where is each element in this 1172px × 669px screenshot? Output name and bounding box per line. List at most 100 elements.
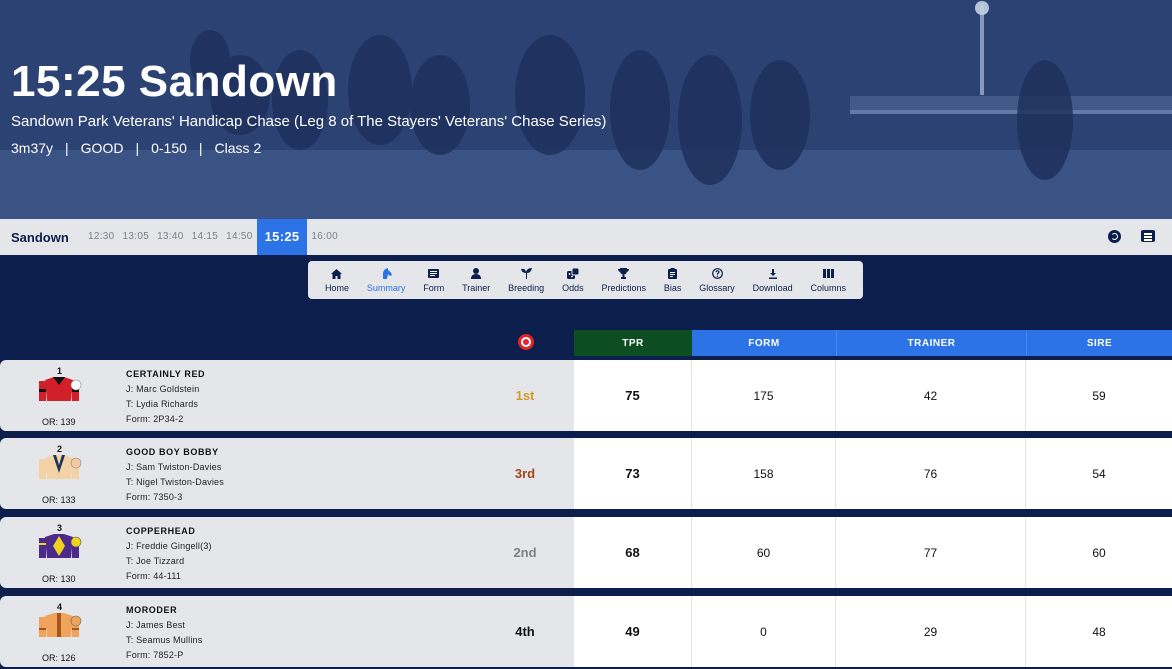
nav-predictions[interactable]: Predictions bbox=[601, 261, 646, 299]
jockey-name: J: James Best bbox=[126, 620, 186, 630]
race-times: 12:30 13:05 13:40 14:15 14:50 15:25 16:0… bbox=[84, 219, 342, 255]
home-icon bbox=[331, 268, 343, 280]
columns-icon bbox=[822, 268, 834, 280]
horse-name[interactable]: MORODER bbox=[126, 605, 177, 615]
nav-columns[interactable]: Columns bbox=[811, 261, 846, 299]
tpr-value: 73 bbox=[574, 438, 692, 509]
race-meta: 3m37y | GOOD | 0-150 | Class 2 bbox=[11, 140, 262, 156]
race-hero-banner: 15:25 Sandown Sandown Park Veterans' Han… bbox=[0, 0, 1172, 219]
horse-name[interactable]: COPPERHEAD bbox=[126, 526, 196, 536]
finish-position: 3rd bbox=[514, 466, 536, 481]
race-rating-band: 0-150 bbox=[151, 140, 187, 156]
jockey-silks-icon bbox=[39, 377, 82, 401]
tpr-value: 49 bbox=[574, 596, 692, 667]
nav-odds[interactable]: Odds bbox=[562, 261, 584, 299]
runner-row[interactable]: 3 OR: 130 COPPERHEAD J: Freddie Gingell(… bbox=[0, 517, 1172, 588]
trainer-name: T: Seamus Mullins bbox=[126, 635, 203, 645]
nav-summary[interactable]: Summary bbox=[367, 261, 405, 299]
trainer-score: 42 bbox=[836, 360, 1026, 431]
trophy-icon bbox=[618, 268, 630, 280]
race-time-tab[interactable]: 12:30 bbox=[84, 219, 119, 255]
nav-breeding[interactable]: Breeding bbox=[508, 261, 544, 299]
nav-form[interactable]: Form bbox=[423, 261, 444, 299]
jockey-name: J: Sam Twiston-Davies bbox=[126, 462, 222, 472]
sire-score: 59 bbox=[1092, 388, 1106, 403]
race-time-tab[interactable]: 13:40 bbox=[153, 219, 188, 255]
venue-name[interactable]: Sandown bbox=[11, 230, 84, 245]
official-rating: OR: 126 bbox=[42, 653, 76, 663]
horse-name[interactable]: CERTAINLY RED bbox=[126, 369, 205, 379]
runner-number: 3 bbox=[57, 523, 63, 533]
sprout-icon bbox=[520, 268, 532, 280]
race-time-bar: Sandown 12:30 13:05 13:40 14:15 14:50 15… bbox=[0, 219, 1172, 255]
jockey-silks-icon bbox=[39, 455, 82, 479]
jockey-name: J: Marc Goldstein bbox=[126, 384, 200, 394]
result-marker-icon bbox=[518, 334, 534, 350]
race-time-tab[interactable]: 14:50 bbox=[222, 219, 257, 255]
race-title: 15:25 Sandown bbox=[11, 57, 338, 106]
race-time-tab-active[interactable]: 15:25 bbox=[256, 219, 308, 255]
recent-form: Form: 44-111 bbox=[126, 571, 182, 581]
form-score: 60 bbox=[692, 517, 836, 588]
nav-home[interactable]: Home bbox=[325, 261, 349, 299]
jockey-name: J: Freddie Gingell(3) bbox=[126, 541, 212, 551]
nav-download[interactable]: Download bbox=[753, 261, 793, 299]
trainer-score: 76 bbox=[836, 438, 1026, 509]
sire-score: 54 bbox=[1092, 466, 1106, 481]
racecard-list-icon[interactable] bbox=[1141, 230, 1155, 242]
official-rating: OR: 139 bbox=[42, 417, 76, 427]
nav-glossary[interactable]: Glossary bbox=[699, 261, 735, 299]
sire-score: 60 bbox=[1092, 545, 1106, 560]
official-rating: OR: 130 bbox=[42, 574, 76, 584]
trainer-name: T: Lydia Richards bbox=[126, 399, 199, 409]
nav-bias[interactable]: Bias bbox=[664, 261, 681, 299]
header-sire[interactable]: SIRE bbox=[1026, 330, 1172, 356]
runner-row[interactable]: 4 OR: 126 MORODER J: James Best T: Seamu… bbox=[0, 596, 1172, 667]
runner-row[interactable]: 1 OR: 139 CERTAINLY RED J: Marc Goldstei… bbox=[0, 360, 1172, 431]
tpr-value: 68 bbox=[574, 517, 692, 588]
header-form[interactable]: FORM bbox=[692, 330, 836, 356]
race-distance: 3m37y bbox=[11, 140, 54, 156]
horse-head-icon bbox=[380, 268, 392, 280]
form-card-icon bbox=[428, 268, 440, 280]
jockey-silks-icon bbox=[39, 613, 82, 637]
header-trainer[interactable]: TRAINER bbox=[836, 330, 1026, 356]
runner-row[interactable]: 2 OR: 133 GOOD BOY BOBBY J: Sam Twiston-… bbox=[0, 438, 1172, 509]
download-icon bbox=[767, 268, 779, 280]
sire-score: 48 bbox=[1092, 624, 1106, 639]
form-score: 158 bbox=[692, 438, 836, 509]
jockey-silks-icon bbox=[39, 534, 82, 558]
refresh-icon[interactable] bbox=[1108, 230, 1121, 243]
finish-position: 1st bbox=[515, 388, 535, 403]
tpr-value: 75 bbox=[574, 360, 692, 431]
runner-number: 4 bbox=[57, 602, 63, 612]
recent-form: Form: 2P34-2 bbox=[126, 414, 184, 424]
recent-form: Form: 7852-P bbox=[126, 650, 184, 660]
recent-form: Form: 7350-3 bbox=[126, 492, 183, 502]
finish-position: 4th bbox=[515, 624, 535, 639]
clipboard-icon bbox=[667, 268, 679, 280]
header-tpr[interactable]: TPR bbox=[574, 330, 692, 356]
trainer-score: 77 bbox=[836, 517, 1026, 588]
dice-icon bbox=[566, 268, 579, 280]
runner-number: 1 bbox=[57, 366, 63, 376]
nav-trainer[interactable]: Trainer bbox=[462, 261, 490, 299]
race-subtitle: Sandown Park Veterans' Handicap Chase (L… bbox=[11, 113, 607, 130]
official-rating: OR: 133 bbox=[42, 495, 76, 505]
runner-number: 2 bbox=[57, 444, 63, 454]
form-score: 175 bbox=[692, 360, 836, 431]
form-score: 0 bbox=[692, 596, 836, 667]
race-time-tab[interactable]: 13:05 bbox=[119, 219, 154, 255]
trainer-name: T: Nigel Twiston-Davies bbox=[126, 477, 224, 487]
trainer-name: T: Joe Tizzard bbox=[126, 556, 185, 566]
person-icon bbox=[470, 268, 482, 280]
race-time-tab[interactable]: 14:15 bbox=[188, 219, 223, 255]
horse-name[interactable]: GOOD BOY BOBBY bbox=[126, 447, 219, 457]
section-nav: Home Summary Form Trainer Breeding Odds … bbox=[308, 261, 863, 299]
finish-position: 2nd bbox=[513, 545, 537, 560]
race-going: GOOD bbox=[80, 140, 124, 156]
trainer-score: 29 bbox=[836, 596, 1026, 667]
question-icon bbox=[711, 268, 723, 280]
race-class: Class 2 bbox=[214, 140, 262, 156]
race-time-tab[interactable]: 16:00 bbox=[307, 219, 342, 255]
